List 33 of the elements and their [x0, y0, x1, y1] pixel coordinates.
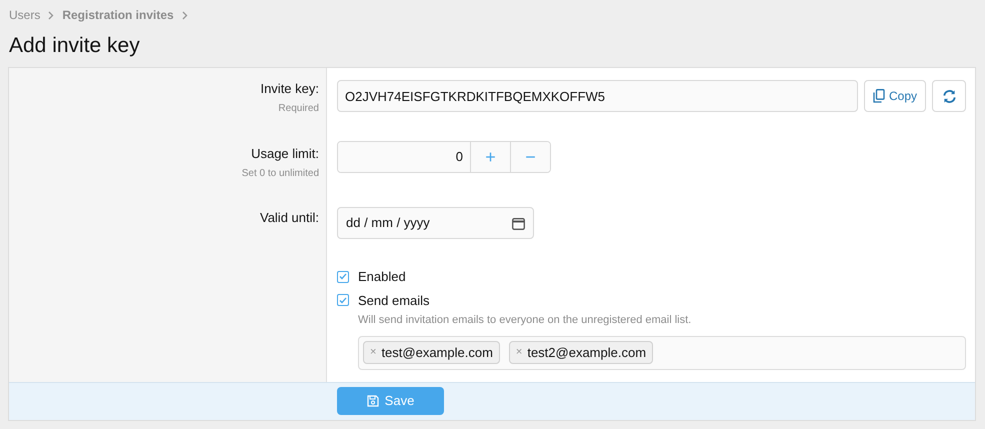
checkbox-label: Send emails: [358, 292, 430, 310]
save-button[interactable]: Save: [337, 387, 444, 415]
date-picker[interactable]: dd / mm / yyyy: [337, 207, 534, 239]
decrement-button[interactable]: −: [511, 142, 550, 172]
tag-label: test@example.com: [381, 344, 493, 362]
checkbox[interactable]: [337, 294, 349, 306]
save-icon: [366, 395, 379, 407]
chevron-right-icon: [48, 10, 54, 20]
breadcrumb-link[interactable]: Registration invites: [62, 6, 174, 24]
field-label: Usage limit:: [251, 145, 319, 163]
invite-key-field[interactable]: O2JVH74EISFGTKRDKITFBQEMXKOFFW5: [337, 80, 858, 112]
field-label: Valid until:: [260, 209, 319, 227]
increment-button[interactable]: +: [471, 142, 511, 172]
date-input[interactable]: dd / mm / yyyy: [346, 213, 496, 233]
field-label: Invite key:: [260, 80, 319, 98]
refresh-button[interactable]: [932, 80, 966, 112]
tag-label: test2@example.com: [527, 344, 646, 362]
field-hint: Required: [278, 102, 319, 116]
copy-button[interactable]: Copy: [864, 80, 926, 112]
usage-limit-field[interactable]: 0: [338, 142, 471, 172]
breadcrumb-link[interactable]: Users: [9, 6, 40, 24]
remove-tag-button[interactable]: ×: [516, 344, 522, 361]
email-tags-field[interactable]: × test@example.com × test2@example.com: [358, 336, 966, 370]
calendar-icon: [512, 216, 525, 230]
refresh-icon: [942, 88, 957, 104]
remove-tag-button[interactable]: ×: [370, 344, 376, 361]
option-description: Will send invitation emails to everyone on the unregistered email list.: [358, 313, 692, 328]
chevron-right-icon: [182, 10, 188, 20]
field-hint: Set 0 to unlimited: [242, 166, 319, 180]
checkbox-label: Enabled: [358, 268, 406, 286]
checkbox[interactable]: [337, 270, 349, 283]
copy-icon: [873, 89, 885, 103]
page-title: Add invite key: [8, 33, 141, 59]
